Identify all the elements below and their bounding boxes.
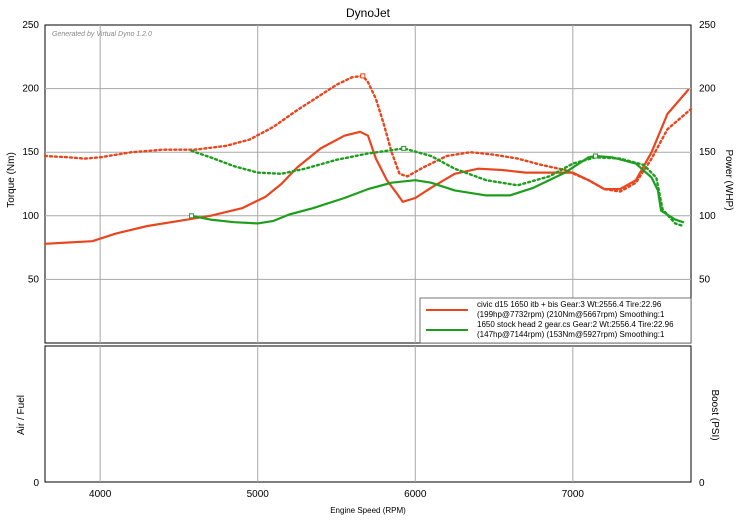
y-tick-right-150: 150 bbox=[699, 147, 716, 158]
y-axis-label-torque: Torque (Nm) bbox=[6, 152, 17, 208]
x-axis-label: Engine Speed (RPM) bbox=[330, 506, 406, 515]
watermark-text: Generated by Virtual Dyno 1.2.0 bbox=[52, 31, 152, 38]
peak-marker-0 bbox=[360, 73, 366, 79]
y-tick-left-200: 200 bbox=[22, 84, 39, 95]
y-tick-left-150: 150 bbox=[22, 147, 39, 158]
x-tick-label-4000: 4000 bbox=[89, 489, 112, 500]
y-axis-label-boost: Boost (PSI) bbox=[709, 389, 720, 440]
legend-entry-2-line-2: (147hp@7144rpm) (153Nm@5927rpm) Smoothin… bbox=[477, 330, 665, 339]
dyno-chart: 4000 5000 6000 7000 50 50 100 100 150 150 200 200 25… bbox=[0, 0, 738, 521]
legend-entry-2-line-1: 1650 stock head 2 gear.cs Gear:2 Wt:2556… bbox=[477, 320, 674, 329]
x-tick-label-7000: 7000 bbox=[562, 489, 585, 500]
x-tick-label-6000: 6000 bbox=[404, 489, 427, 500]
legend-entry-1-line-1: civic d15 1650 itb + bis Gear:3 Wt:2556.… bbox=[477, 300, 662, 309]
peak-marker-2 bbox=[593, 153, 599, 159]
y-tick-left-250: 250 bbox=[22, 20, 39, 31]
legend-entry-1-line-2: (199hp@7732rpm) (210Nm@5667rpm) Smoothin… bbox=[477, 310, 665, 319]
peak-marker-3 bbox=[189, 213, 195, 219]
y-tick-left-50: 50 bbox=[28, 274, 40, 285]
y-tick-left-100: 100 bbox=[22, 211, 39, 222]
lower-right-tick: 0 bbox=[699, 478, 705, 489]
y-axis-label-power: Power (WHP) bbox=[723, 149, 734, 210]
y-axis-label-air-fuel: Air / Fuel bbox=[16, 395, 27, 435]
chart-title: DynoJet bbox=[346, 6, 391, 20]
legend: civic d15 1650 itb + bis Gear:3 Wt:2556.… bbox=[419, 297, 692, 344]
y-tick-right-200: 200 bbox=[699, 84, 716, 95]
x-tick-label-5000: 5000 bbox=[247, 489, 270, 500]
peak-marker-1 bbox=[401, 145, 407, 151]
lower-left-tick: 0 bbox=[33, 478, 39, 489]
y-tick-right-100: 100 bbox=[699, 211, 716, 222]
dyno-chart-svg: 4000 5000 6000 7000 50 50 100 100 150 150 200 200 25… bbox=[6, 6, 734, 515]
lower-plot-frame bbox=[44, 345, 692, 483]
y-tick-right-50: 50 bbox=[699, 274, 711, 285]
y-tick-right-250: 250 bbox=[699, 20, 716, 31]
